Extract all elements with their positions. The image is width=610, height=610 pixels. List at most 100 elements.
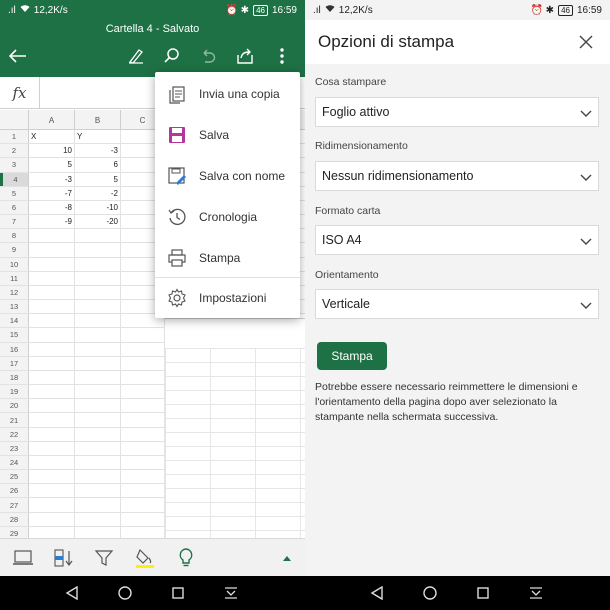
cell-b27[interactable] <box>75 498 121 512</box>
row-number[interactable]: 29 <box>0 526 29 538</box>
cell-a17[interactable] <box>29 356 75 370</box>
cell-b24[interactable] <box>75 455 121 470</box>
row-number[interactable]: 24 <box>0 455 29 470</box>
cell-b14[interactable] <box>75 314 121 328</box>
share-icon[interactable] <box>233 44 257 68</box>
row-number[interactable]: 6 <box>0 200 29 215</box>
cell-a7[interactable]: -9 <box>29 215 75 229</box>
menu-item-send-copy[interactable]: Invia una copia <box>155 74 300 114</box>
cell-b22[interactable] <box>75 427 121 441</box>
cell-b28[interactable] <box>75 512 121 526</box>
cell-a12[interactable] <box>29 285 75 300</box>
cell-b8[interactable] <box>75 229 121 243</box>
cell-b6[interactable]: -10 <box>75 200 121 215</box>
back-arrow-icon[interactable] <box>6 44 30 68</box>
cell-b12[interactable] <box>75 285 121 300</box>
cell-c15[interactable] <box>121 328 165 342</box>
cell-a24[interactable] <box>29 455 75 470</box>
cell-a2[interactable]: 10 <box>29 144 75 158</box>
row-number[interactable]: 3 <box>0 158 29 172</box>
what-to-print-select[interactable]: Foglio attivo <box>315 97 599 127</box>
cell-a16[interactable] <box>29 342 75 356</box>
undo-icon[interactable] <box>196 44 220 68</box>
cell-b15[interactable] <box>75 328 121 342</box>
cell-b5[interactable]: -2 <box>75 186 121 200</box>
row-number[interactable]: 5 <box>0 186 29 200</box>
cell-a21[interactable] <box>29 413 75 427</box>
cell-b29[interactable] <box>75 526 121 538</box>
cell-a6[interactable]: -8 <box>29 200 75 215</box>
row-number[interactable]: 17 <box>0 356 29 370</box>
row-number[interactable]: 13 <box>0 300 29 314</box>
cell-a29[interactable] <box>29 526 75 538</box>
nav-home-icon[interactable] <box>421 584 439 602</box>
cell-a15[interactable] <box>29 328 75 342</box>
cell-c27[interactable] <box>121 498 165 512</box>
cell-b21[interactable] <box>75 413 121 427</box>
row-number[interactable]: 16 <box>0 342 29 356</box>
nav-recents-icon[interactable] <box>169 584 187 602</box>
row-number[interactable]: 8 <box>0 229 29 243</box>
cell-a14[interactable] <box>29 314 75 328</box>
cell-a27[interactable] <box>29 498 75 512</box>
cell-a5[interactable]: -7 <box>29 186 75 200</box>
paper-size-select[interactable]: ISO A4 <box>315 225 599 255</box>
cell-b10[interactable] <box>75 257 121 271</box>
fx-label[interactable]: fx <box>0 77 40 109</box>
nav-back-icon[interactable] <box>63 584 81 602</box>
cell-a9[interactable] <box>29 243 75 257</box>
cell-c16[interactable] <box>121 342 165 356</box>
cell-b4[interactable]: 5 <box>75 172 121 186</box>
row-number[interactable]: 27 <box>0 498 29 512</box>
cell-c23[interactable] <box>121 441 165 455</box>
menu-item-save-as[interactable]: Salva con nome <box>155 156 300 196</box>
row-number[interactable]: 11 <box>0 271 29 285</box>
row-number[interactable]: 12 <box>0 285 29 300</box>
cell-b25[interactable] <box>75 470 121 484</box>
menu-item-save[interactable]: Salva <box>155 115 300 155</box>
row-number[interactable]: 22 <box>0 427 29 441</box>
nav-back-icon[interactable] <box>368 584 386 602</box>
cell-b7[interactable]: -20 <box>75 215 121 229</box>
draw-pen-icon[interactable] <box>124 44 148 68</box>
row-number[interactable]: 15 <box>0 328 29 342</box>
cell-c29[interactable] <box>121 526 165 538</box>
row-number[interactable]: 21 <box>0 413 29 427</box>
row-number[interactable]: 2 <box>0 144 29 158</box>
menu-item-history[interactable]: Cronologia <box>155 197 300 237</box>
cell-a18[interactable] <box>29 370 75 385</box>
row-number[interactable]: 18 <box>0 370 29 385</box>
row-number[interactable]: 26 <box>0 484 29 498</box>
cell-c20[interactable] <box>121 399 165 413</box>
nav-notifications-icon[interactable] <box>527 584 545 602</box>
cell-b13[interactable] <box>75 300 121 314</box>
cell-b23[interactable] <box>75 441 121 455</box>
cell-a1[interactable]: X <box>29 130 75 144</box>
cell-c21[interactable] <box>121 413 165 427</box>
column-header-b[interactable]: B <box>75 110 121 130</box>
cell-c19[interactable] <box>121 385 165 399</box>
cell-a19[interactable] <box>29 385 75 399</box>
cell-b1[interactable]: Y <box>75 130 121 144</box>
cell-a4[interactable]: -3 <box>29 172 75 186</box>
cell-a20[interactable] <box>29 399 75 413</box>
cell-c18[interactable] <box>121 370 165 385</box>
row-number[interactable]: 23 <box>0 441 29 455</box>
expand-up-icon[interactable] <box>276 547 298 569</box>
cell-b16[interactable] <box>75 342 121 356</box>
cell-b19[interactable] <box>75 385 121 399</box>
menu-item-print[interactable]: Stampa <box>155 238 300 278</box>
cell-a26[interactable] <box>29 484 75 498</box>
menu-item-settings[interactable]: Impostazioni <box>155 278 300 318</box>
column-header-a[interactable]: A <box>29 110 75 130</box>
filter-icon[interactable] <box>93 547 115 569</box>
cell-c26[interactable] <box>121 484 165 498</box>
corner-select-all[interactable] <box>0 110 29 130</box>
cell-a23[interactable] <box>29 441 75 455</box>
cell-c22[interactable] <box>121 427 165 441</box>
print-button[interactable]: Stampa <box>317 342 387 370</box>
row-number[interactable]: 9 <box>0 243 29 257</box>
nav-home-icon[interactable] <box>116 584 134 602</box>
cell-b3[interactable]: 6 <box>75 158 121 172</box>
cell-c28[interactable] <box>121 512 165 526</box>
